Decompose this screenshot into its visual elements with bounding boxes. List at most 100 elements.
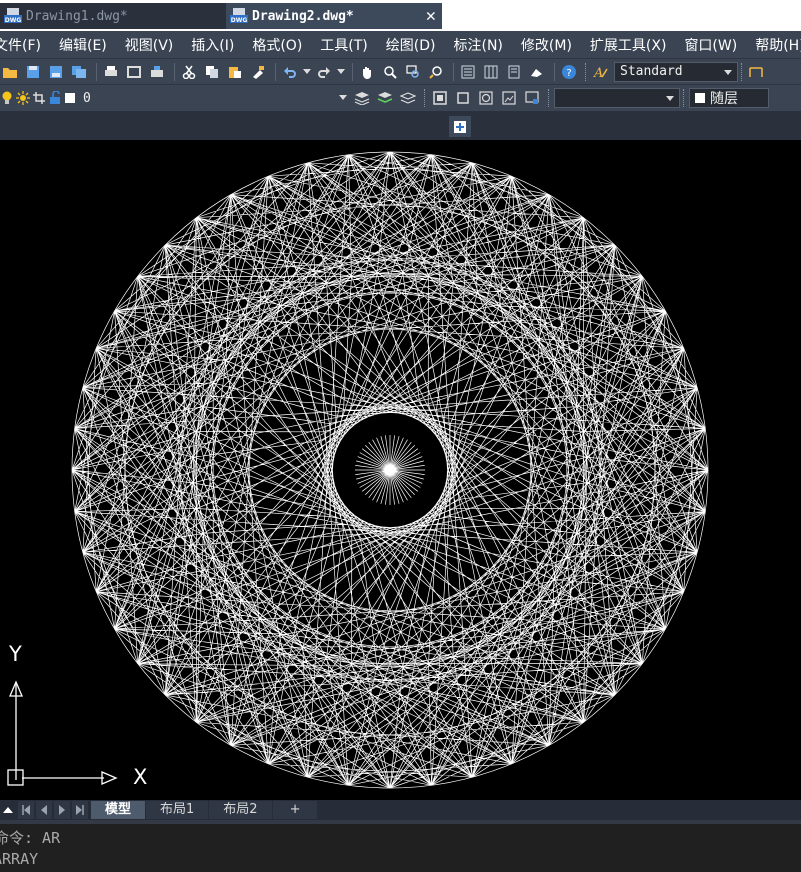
previous-tab-icon[interactable]	[36, 801, 52, 819]
menu-extensions[interactable]: 扩展工具(X)	[590, 35, 667, 55]
view-circle-icon[interactable]	[476, 88, 496, 108]
ucs-y-label: Y	[9, 642, 22, 666]
tab-drawing1[interactable]: DWG Drawing1.dwg*	[0, 3, 226, 29]
color-dropdown[interactable]: 随层	[689, 88, 769, 108]
toolbar-grip[interactable]	[683, 89, 686, 107]
properties-icon[interactable]	[458, 62, 478, 82]
new-tab-icon[interactable]	[449, 116, 471, 137]
zoom-realtime-icon[interactable]	[380, 62, 400, 82]
undo-dropdown-icon[interactable]	[303, 62, 311, 82]
menu-insert[interactable]: 插入(I)	[191, 35, 234, 55]
document-tab-bar	[0, 111, 801, 140]
markup-icon[interactable]	[527, 62, 547, 82]
print-preview-icon[interactable]	[124, 62, 144, 82]
close-icon[interactable]: ✕	[426, 6, 436, 26]
plot-icon[interactable]	[147, 62, 167, 82]
array-geometry	[71, 151, 709, 789]
toolbar-separator	[352, 62, 353, 81]
ucs-x-label: X	[133, 765, 148, 789]
redo-icon[interactable]	[314, 62, 334, 82]
command-history-line: ARRAY	[0, 850, 39, 868]
svg-text:?: ?	[566, 68, 571, 79]
tab-drawing2[interactable]: DWG Drawing2.dwg* ✕	[226, 3, 442, 29]
layer-on-bulb-icon[interactable]	[0, 88, 14, 108]
chevron-down-icon	[724, 69, 732, 75]
text-style-value: Standard	[620, 64, 683, 79]
add-layout-button[interactable]: +	[272, 801, 318, 819]
menu-window[interactable]: 窗口(W)	[684, 35, 737, 55]
array-lines	[71, 151, 709, 789]
save-icon[interactable]	[23, 62, 43, 82]
redo-dropdown-icon[interactable]	[337, 62, 345, 82]
layer-color-swatch[interactable]	[64, 88, 76, 108]
save-all-icon[interactable]	[69, 62, 89, 82]
design-center-icon[interactable]	[481, 62, 501, 82]
svg-text:DWG: DWG	[231, 17, 248, 24]
open-folder-icon[interactable]	[0, 62, 20, 82]
tab-layout1[interactable]: 布局1	[146, 801, 209, 819]
svg-text:DWG: DWG	[5, 17, 22, 24]
menu-tools[interactable]: 工具(T)	[320, 35, 367, 55]
menu-view[interactable]: 视图(V)	[125, 35, 174, 55]
dwg-file-icon: DWG	[4, 8, 22, 24]
scroll-up-icon[interactable]	[0, 801, 16, 819]
copy-icon[interactable]	[202, 62, 222, 82]
toolbar-separator	[453, 62, 454, 81]
menu-edit[interactable]: 编辑(E)	[59, 35, 107, 55]
tab-label: Drawing1.dwg*	[26, 8, 128, 24]
toolbar-separator	[554, 62, 555, 81]
next-tab-icon[interactable]	[54, 801, 70, 819]
undo-icon[interactable]	[280, 62, 300, 82]
menu-draw[interactable]: 绘图(D)	[386, 35, 436, 55]
tool-palettes-icon[interactable]	[504, 62, 524, 82]
match-properties-icon[interactable]	[248, 62, 268, 82]
dimension-style-icon[interactable]	[747, 62, 767, 82]
layer-viewport-icon[interactable]	[32, 88, 46, 108]
layer-manager-icon[interactable]	[398, 88, 418, 108]
toolbar-separator	[96, 62, 97, 81]
text-style-dropdown[interactable]: Standard	[614, 61, 738, 82]
print-icon[interactable]	[101, 62, 121, 82]
cut-icon[interactable]	[179, 62, 199, 82]
menu-modify[interactable]: 修改(M)	[521, 35, 572, 55]
menu-help[interactable]: 帮助(H)	[755, 35, 801, 55]
menu-dimension[interactable]: 标注(N)	[454, 35, 503, 55]
layout-tab-bar: 模型 布局1 布局2 +	[0, 800, 801, 820]
drawing-canvas[interactable]: Y X	[0, 140, 801, 800]
tab-model[interactable]: 模型	[91, 801, 146, 819]
first-tab-icon[interactable]	[18, 801, 34, 819]
menu-format[interactable]: 格式(O)	[252, 35, 302, 55]
chevron-down-icon	[666, 96, 674, 101]
layer-thaw-sun-icon[interactable]	[16, 88, 30, 108]
toolbar-grip[interactable]	[585, 62, 588, 81]
last-tab-icon[interactable]	[72, 801, 88, 819]
layers-toolbar: 0 随层	[0, 84, 801, 111]
layer-name-value: 0	[83, 90, 91, 106]
paste-icon[interactable]	[225, 62, 245, 82]
linetype-dropdown[interactable]	[554, 88, 680, 108]
view-image-icon[interactable]	[499, 88, 519, 108]
toolbar-grip[interactable]	[424, 89, 427, 107]
save-as-icon[interactable]	[46, 62, 66, 82]
layer-unlock-icon[interactable]	[48, 88, 62, 108]
tab-layout2[interactable]: 布局2	[209, 801, 272, 819]
layer-dropdown[interactable]: 0	[78, 88, 352, 108]
color-swatch	[695, 93, 705, 103]
color-value: 随层	[710, 91, 738, 107]
view-viewport-icon[interactable]	[522, 88, 542, 108]
text-style-icon[interactable]: A	[591, 62, 611, 82]
view-top-icon[interactable]	[430, 88, 450, 108]
help-icon[interactable]: ?	[559, 62, 579, 82]
layer-previous-icon[interactable]	[375, 88, 395, 108]
make-object-layer-current-icon[interactable]	[352, 88, 372, 108]
command-window[interactable]: 命令: AR ARRAY	[0, 820, 801, 872]
view-front-icon[interactable]	[453, 88, 473, 108]
command-history-line: 命令: AR	[0, 829, 61, 847]
menu-file[interactable]: 文件(F)	[0, 35, 41, 55]
pan-hand-icon[interactable]	[357, 62, 377, 82]
dwg-file-icon: DWG	[230, 8, 248, 24]
toolbar-grip[interactable]	[741, 62, 744, 81]
zoom-previous-icon[interactable]	[426, 62, 446, 82]
zoom-window-icon[interactable]	[403, 62, 423, 82]
toolbar-grip[interactable]	[548, 89, 551, 107]
